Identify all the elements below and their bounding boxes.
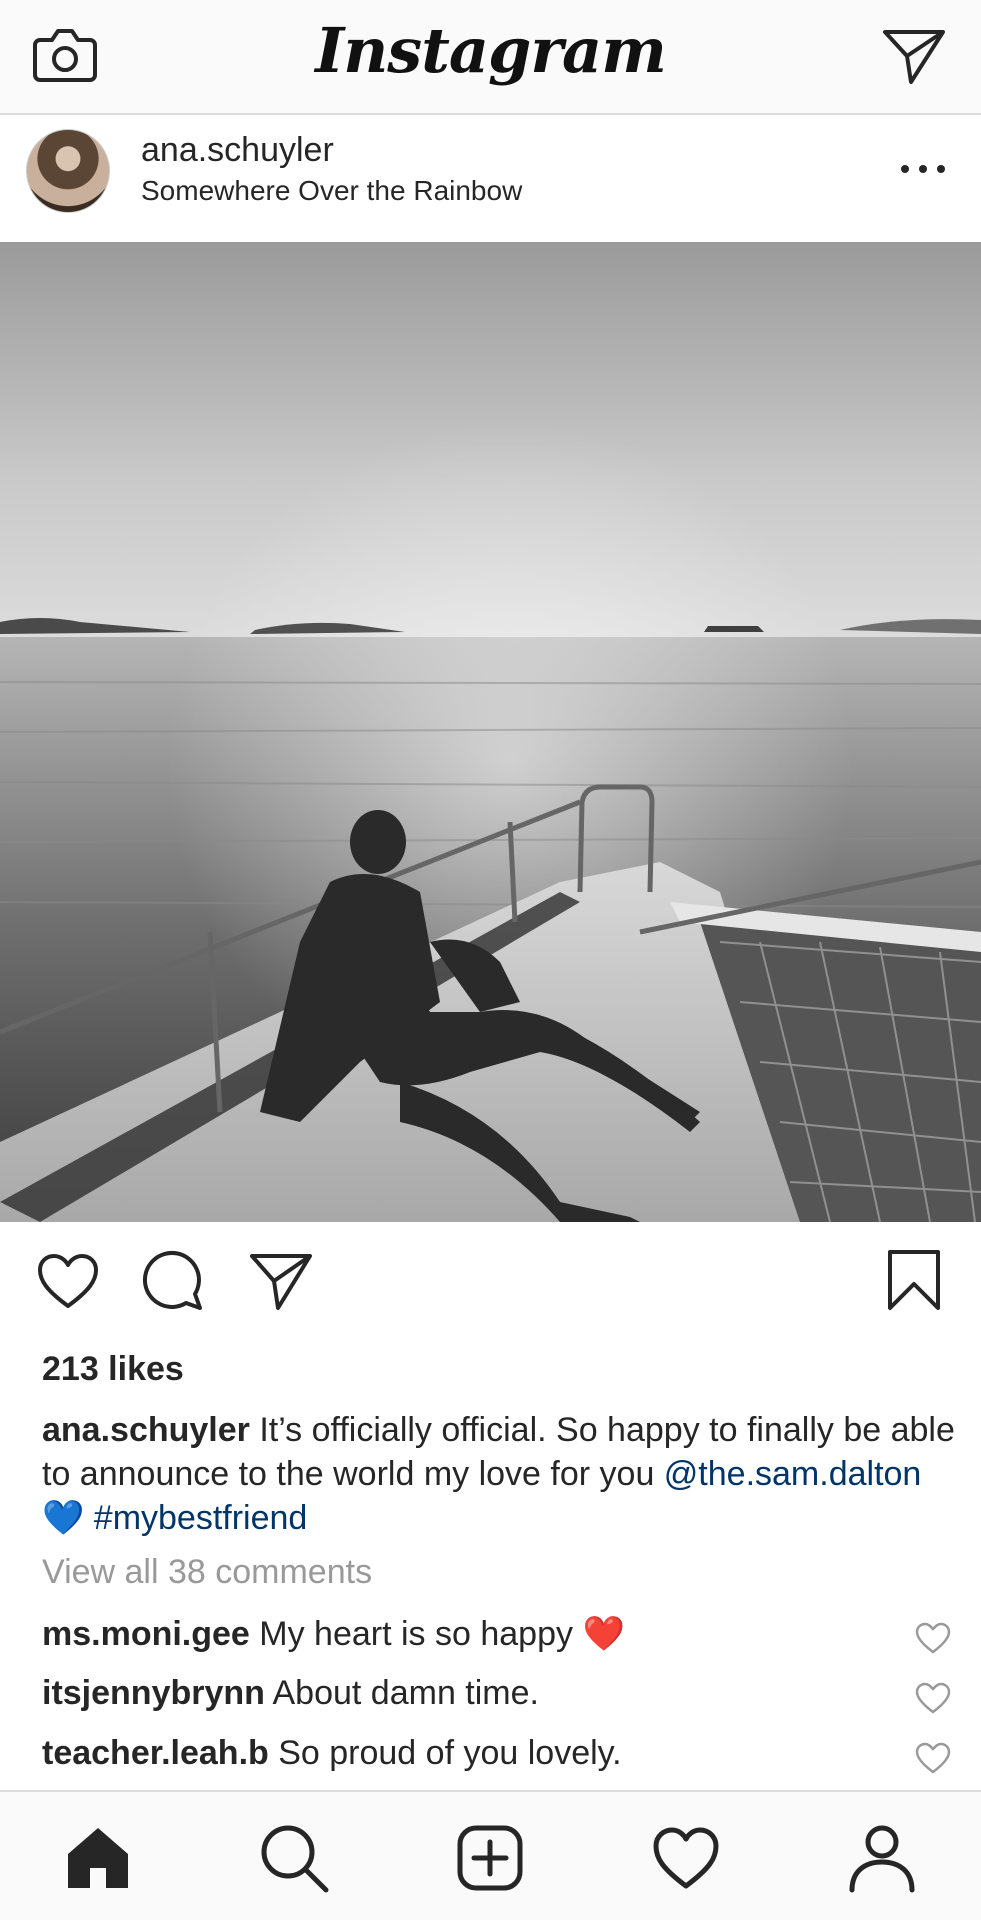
comment-bubble-icon[interactable] (142, 1250, 204, 1312)
search-icon[interactable] (258, 1822, 330, 1894)
post-location[interactable]: Somewhere Over the Rainbow (141, 175, 522, 207)
heart-icon[interactable] (915, 1682, 951, 1714)
heart-icon[interactable] (915, 1742, 951, 1774)
paper-plane-icon[interactable] (881, 26, 947, 86)
comment-username[interactable]: itsjennybrynn (42, 1674, 265, 1712)
heart-icon[interactable] (36, 1252, 100, 1310)
home-icon[interactable] (62, 1822, 134, 1894)
comment-row: teacher.leah.b So proud of you lovely. (42, 1734, 922, 1773)
post-header: ana.schuyler Somewhere Over the Rainbow (0, 117, 981, 241)
more-dots-icon[interactable] (901, 157, 945, 181)
comment-row: itsjennybrynn About damn time. (42, 1674, 922, 1713)
profile-icon[interactable] (846, 1822, 918, 1894)
add-post-icon[interactable] (454, 1822, 526, 1894)
comment-username[interactable]: teacher.leah.b (42, 1734, 269, 1772)
bottom-nav (0, 1790, 981, 1920)
comment-text: My heart is so happy (249, 1615, 583, 1653)
post-caption: ana.schuyler It’s officially official. S… (42, 1408, 962, 1540)
paper-plane-icon[interactable] (248, 1250, 314, 1312)
post-actions (0, 1222, 981, 1340)
avatar[interactable] (26, 129, 110, 213)
comment-text: So proud of you lovely. (268, 1734, 622, 1772)
red-heart-emoji: ❤️ (582, 1615, 625, 1653)
caption-hashtag[interactable]: #mybestfriend (94, 1499, 308, 1537)
view-all-comments-link[interactable]: View all 38 comments (42, 1553, 372, 1592)
top-bar: Instagram (0, 0, 981, 115)
app-logo: Instagram (315, 14, 667, 87)
caption-mention[interactable]: @the.sam.dalton (664, 1455, 922, 1493)
post-photo[interactable] (0, 242, 981, 1222)
caption-username[interactable]: ana.schuyler (42, 1411, 250, 1449)
post-photo-image (0, 242, 981, 1222)
activity-heart-icon[interactable] (650, 1822, 722, 1894)
likes-count[interactable]: 213 likes (42, 1350, 184, 1389)
comment-username[interactable]: ms.moni.gee (42, 1615, 250, 1653)
heart-icon[interactable] (915, 1622, 951, 1654)
post-username[interactable]: ana.schuyler (141, 131, 334, 170)
bookmark-icon[interactable] (886, 1248, 942, 1312)
comment-row: ms.moni.gee My heart is so happy ❤️ (42, 1614, 922, 1654)
blue-heart-emoji: 💙 (42, 1499, 94, 1537)
comment-text: About damn time. (264, 1674, 539, 1712)
